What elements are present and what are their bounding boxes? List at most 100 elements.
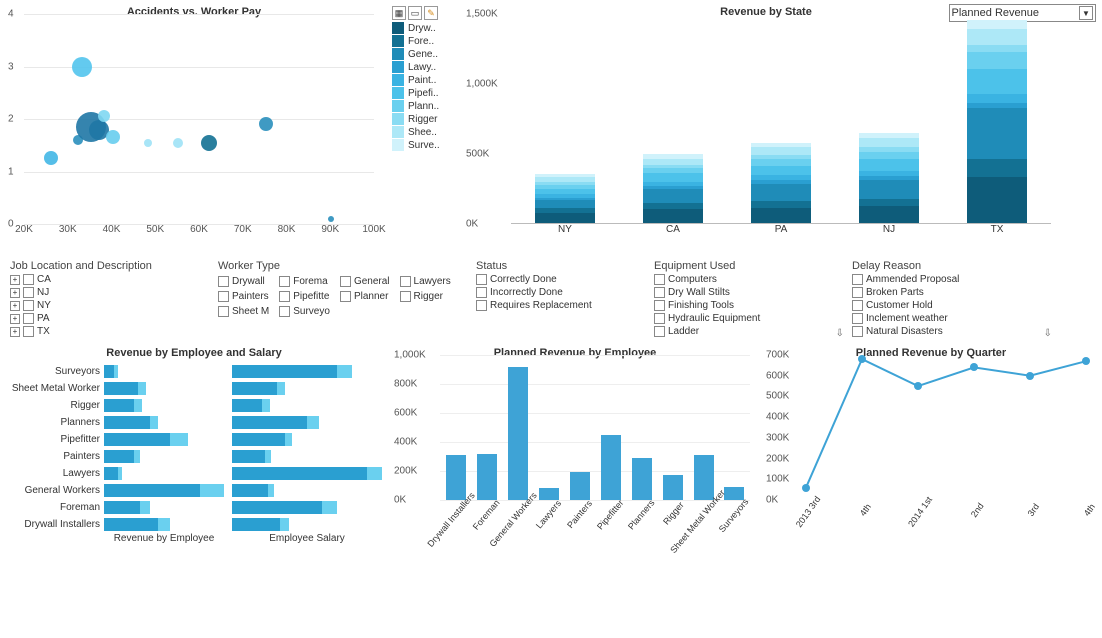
bar[interactable] [601, 435, 621, 500]
legend-item[interactable]: Surve.. [392, 139, 448, 151]
checkbox[interactable] [340, 291, 351, 302]
legend-item[interactable]: Lawy.. [392, 61, 448, 73]
checkbox[interactable] [218, 276, 229, 287]
scroll-down-icon[interactable]: ⇩ [1044, 328, 1052, 339]
hbar-row[interactable]: Drywall Installers [4, 516, 384, 533]
checkbox[interactable] [654, 300, 665, 311]
vbar-plot-area[interactable] [440, 355, 750, 500]
checkbox[interactable] [279, 306, 290, 317]
filter-checkbox-item[interactable]: Hydraulic Equipment [654, 313, 844, 324]
bar[interactable] [663, 475, 683, 500]
filter-checkbox-item[interactable]: Rigger [400, 291, 451, 302]
filter-checkbox-item[interactable]: Drywall [218, 276, 269, 287]
data-point[interactable] [970, 363, 978, 371]
filter-checkbox-item[interactable]: Surveyo [279, 306, 330, 317]
filter-checkbox-item[interactable]: Incorrectly Done [476, 287, 646, 298]
bar-segment[interactable] [232, 484, 268, 497]
stack-segment[interactable] [859, 206, 919, 223]
bar[interactable] [446, 455, 466, 500]
bar[interactable] [477, 454, 497, 500]
legend-item[interactable]: Pipefi.. [392, 87, 448, 99]
data-point[interactable] [259, 117, 273, 131]
bar-segment[interactable] [104, 467, 118, 480]
hbar-row[interactable]: Lawyers [4, 465, 384, 482]
filter-checkbox-item[interactable]: Ammended Proposal [852, 274, 1052, 285]
stack-segment[interactable] [751, 201, 811, 208]
stacked-plot-area[interactable] [511, 14, 1051, 224]
stack-segment[interactable] [643, 173, 703, 181]
expand-icon[interactable]: + [10, 301, 20, 311]
data-point[interactable] [1026, 372, 1034, 380]
hbar-row[interactable]: Painters [4, 448, 384, 465]
stack-segment[interactable] [859, 180, 919, 198]
stack-segment[interactable] [643, 209, 703, 223]
checkbox[interactable] [476, 287, 487, 298]
bar-segment[interactable] [104, 399, 134, 412]
line-plot-area[interactable] [806, 355, 1086, 500]
checkbox[interactable] [400, 291, 411, 302]
stack-segment[interactable] [967, 159, 1027, 177]
filter-checkbox-item[interactable]: General [340, 276, 390, 287]
checkbox[interactable] [852, 313, 863, 324]
stack-column[interactable] [967, 20, 1027, 223]
bar-segment[interactable] [104, 518, 158, 531]
filter-checkbox-item[interactable]: Natural Disasters [852, 326, 1052, 337]
bar-segment[interactable] [104, 450, 134, 463]
stack-segment[interactable] [535, 213, 595, 223]
checkbox[interactable] [654, 326, 665, 337]
stack-segment[interactable] [967, 52, 1027, 69]
filter-checkbox-item[interactable]: Ladder [654, 326, 844, 337]
checkbox[interactable] [852, 287, 863, 298]
hbar-row[interactable]: Surveyors [4, 363, 384, 380]
bar-segment[interactable] [104, 484, 200, 497]
legend-item[interactable]: Rigger [392, 113, 448, 125]
stack-segment[interactable] [751, 184, 811, 201]
scatter-plot-area[interactable] [24, 14, 374, 224]
bar[interactable] [632, 458, 652, 500]
hbar-row[interactable]: Planners [4, 414, 384, 431]
bar[interactable] [508, 367, 528, 500]
stack-segment[interactable] [967, 20, 1027, 29]
bar-segment[interactable] [232, 365, 337, 378]
filter-checkbox-item[interactable]: Lawyers [400, 276, 451, 287]
stack-segment[interactable] [859, 138, 919, 146]
checkbox[interactable] [23, 300, 34, 311]
stack-segment[interactable] [751, 147, 811, 155]
hbar-row[interactable]: Rigger [4, 397, 384, 414]
bar-segment[interactable] [104, 365, 114, 378]
line-series[interactable] [806, 359, 1086, 487]
bar-segment[interactable] [232, 433, 285, 446]
data-point[interactable] [914, 382, 922, 390]
legend-item[interactable]: Fore.. [392, 35, 448, 47]
checkbox[interactable] [218, 291, 229, 302]
checkbox[interactable] [218, 306, 229, 317]
filter-checkbox-item[interactable]: Customer Hold [852, 300, 1052, 311]
stack-segment[interactable] [751, 208, 811, 223]
filter-checkbox-item[interactable]: Inclement weather [852, 313, 1052, 324]
filter-checkbox-item[interactable]: Dry Wall Stilts [654, 287, 844, 298]
checkbox[interactable] [23, 326, 34, 337]
stack-column[interactable] [751, 143, 811, 223]
stack-segment[interactable] [967, 69, 1027, 94]
pencil-icon[interactable]: ✎ [424, 6, 438, 20]
stack-segment[interactable] [643, 189, 703, 203]
stack-segment[interactable] [967, 45, 1027, 53]
filter-checkbox-item[interactable]: Pipefitte [279, 291, 330, 302]
stack-segment[interactable] [967, 94, 1027, 102]
hbar-row[interactable]: Foreman [4, 499, 384, 516]
checkbox[interactable] [654, 274, 665, 285]
bar-segment[interactable] [232, 501, 322, 514]
hbar-row[interactable]: General Workers [4, 482, 384, 499]
checkbox[interactable] [279, 291, 290, 302]
checkbox[interactable] [476, 300, 487, 311]
card-icon[interactable]: ▭ [408, 6, 422, 20]
filter-checkbox-item[interactable]: Requires Replacement [476, 300, 646, 311]
data-point[interactable] [858, 355, 866, 363]
checkbox[interactable] [400, 276, 411, 287]
data-point[interactable] [328, 216, 334, 222]
filter-checkbox-item[interactable]: Correctly Done [476, 274, 646, 285]
bar-segment[interactable] [232, 399, 262, 412]
data-point[interactable] [106, 130, 120, 144]
scroll-down-icon[interactable]: ⇩ [836, 328, 844, 339]
filter-checkbox-item[interactable]: Broken Parts [852, 287, 1052, 298]
